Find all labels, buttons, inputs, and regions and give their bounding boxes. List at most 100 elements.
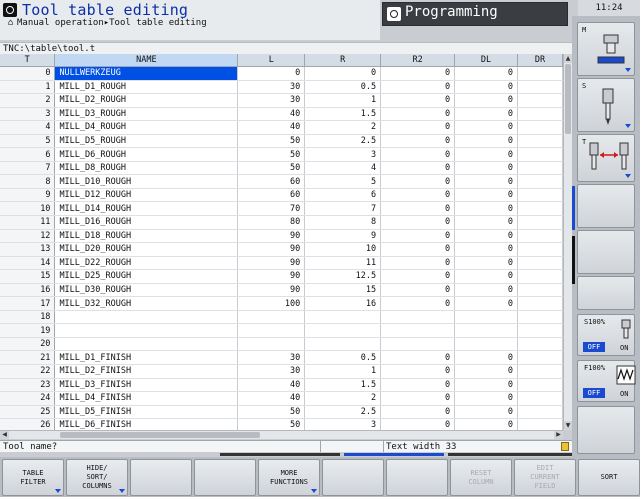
m-function-key[interactable]: M xyxy=(577,22,635,76)
table-cell-t[interactable]: 2 xyxy=(0,93,56,108)
table-cell-r2[interactable]: 0 xyxy=(380,215,456,230)
table-cell-dl[interactable]: 0 xyxy=(454,188,518,203)
table-cell-r2[interactable]: 0 xyxy=(380,256,456,271)
table-cell-dr[interactable] xyxy=(517,364,563,379)
feed-off-button[interactable]: OFF xyxy=(583,388,605,398)
softkey-reset[interactable]: RESET COLUMN xyxy=(450,459,512,496)
table-cell-dl[interactable]: 0 xyxy=(454,378,518,393)
table-cell-name[interactable]: MILL_D2_ROUGH xyxy=(54,93,239,108)
table-cell-t[interactable]: 14 xyxy=(0,256,56,271)
table-row[interactable]: 3 MILL_D3_ROUGH 40 1.5 0 0 xyxy=(0,107,563,122)
table-cell-dl[interactable]: 0 xyxy=(454,229,518,244)
table-row[interactable]: 22 MILL_D2_FINISH 30 1 0 0 xyxy=(0,364,563,379)
table-cell-r2[interactable]: 0 xyxy=(380,93,456,108)
tool-table-grid[interactable]: T NAME L R R2 DL DR 0 NULLWERKZEUG 0 0 0 0 1 MILL_D1_… xyxy=(0,54,563,430)
table-cell-t[interactable]: 19 xyxy=(0,323,56,338)
table-cell-r2[interactable]: 0 xyxy=(380,405,456,420)
table-cell-dr[interactable] xyxy=(517,80,563,95)
table-cell-l[interactable]: 80 xyxy=(237,215,306,230)
table-cell-dr[interactable] xyxy=(517,147,563,162)
table-row[interactable]: 11 MILL_D16_ROUGH 80 8 0 0 xyxy=(0,215,563,230)
table-cell-dr[interactable] xyxy=(517,215,563,230)
table-cell-r[interactable]: 11 xyxy=(304,256,382,271)
softkey-empty-7[interactable] xyxy=(386,459,448,496)
table-cell-r[interactable]: 12.5 xyxy=(304,269,382,284)
table-cell-dr[interactable] xyxy=(517,296,563,311)
table-cell-dl[interactable]: 0 xyxy=(454,93,518,108)
table-cell-dr[interactable] xyxy=(517,283,563,298)
column-header-dr[interactable]: DR xyxy=(517,54,563,67)
table-cell-dl[interactable]: 0 xyxy=(454,296,518,311)
table-row[interactable]: 4 MILL_D4_ROUGH 40 2 0 0 xyxy=(0,120,563,135)
table-cell-l[interactable]: 30 xyxy=(237,364,306,379)
table-cell-dl[interactable]: 0 xyxy=(454,242,518,257)
table-cell-r[interactable]: 0.5 xyxy=(304,80,382,95)
table-cell-r2[interactable]: 0 xyxy=(380,269,456,284)
table-cell-r2[interactable]: 0 xyxy=(380,201,456,216)
s-spindle-key[interactable]: S xyxy=(577,78,635,132)
table-cell-dr[interactable] xyxy=(517,391,563,406)
table-cell-name[interactable]: MILL_D4_FINISH xyxy=(54,391,239,406)
table-cell-r[interactable]: 10 xyxy=(304,242,382,257)
table-row[interactable]: 26 MILL_D6_FINISH 50 3 0 0 xyxy=(0,418,563,430)
table-row[interactable]: 18 xyxy=(0,310,563,325)
table-cell-name[interactable]: MILL_D5_FINISH xyxy=(54,405,239,420)
table-cell-t[interactable]: 3 xyxy=(0,107,56,122)
side-key-5[interactable] xyxy=(577,230,635,274)
table-cell-name[interactable] xyxy=(54,323,239,338)
table-cell-r2[interactable] xyxy=(380,323,456,338)
table-cell-l[interactable] xyxy=(237,310,306,325)
column-header-name[interactable]: NAME xyxy=(54,54,239,67)
table-cell-name[interactable]: MILL_D1_ROUGH xyxy=(54,80,239,95)
table-cell-name[interactable]: MILL_D3_ROUGH xyxy=(54,107,239,122)
table-cell-l[interactable]: 90 xyxy=(237,242,306,257)
table-cell-dl[interactable]: 0 xyxy=(454,120,518,135)
softkey-empty-4[interactable] xyxy=(194,459,256,496)
table-cell-dl[interactable] xyxy=(454,310,518,325)
table-cell-r[interactable]: 0.5 xyxy=(304,350,382,366)
table-row[interactable]: 12 MILL_D18_ROUGH 90 9 0 0 xyxy=(0,229,563,244)
table-cell-dr[interactable] xyxy=(517,269,563,284)
table-cell-name[interactable]: MILL_D14_ROUGH xyxy=(54,201,239,216)
table-cell-r2[interactable]: 0 xyxy=(380,296,456,311)
table-cell-l[interactable] xyxy=(237,323,306,338)
table-cell-t[interactable]: 13 xyxy=(0,242,56,257)
table-cell-name[interactable]: MILL_D12_ROUGH xyxy=(54,188,239,203)
table-cell-r[interactable]: 2 xyxy=(304,120,382,135)
table-cell-dr[interactable] xyxy=(517,242,563,257)
scroll-right-icon[interactable]: ▶ xyxy=(554,431,563,439)
table-cell-l[interactable]: 60 xyxy=(237,174,306,189)
table-cell-l[interactable]: 30 xyxy=(237,93,306,108)
table-cell-name[interactable]: MILL_D3_FINISH xyxy=(54,378,239,393)
table-cell-l[interactable]: 60 xyxy=(237,188,306,203)
table-cell-l[interactable]: 40 xyxy=(237,120,306,135)
table-cell-name[interactable]: MILL_D8_ROUGH xyxy=(54,161,239,176)
table-cell-r[interactable]: 1 xyxy=(304,364,382,379)
table-cell-r[interactable] xyxy=(304,310,382,325)
table-cell-r[interactable]: 3 xyxy=(304,147,382,162)
table-cell-r[interactable]: 1.5 xyxy=(304,378,382,393)
table-cell-r2[interactable]: 0 xyxy=(380,147,456,162)
table-cell-l[interactable]: 30 xyxy=(237,350,306,366)
table-cell-r2[interactable]: 0 xyxy=(380,188,456,203)
table-cell-l[interactable]: 50 xyxy=(237,147,306,162)
table-cell-dr[interactable] xyxy=(517,323,563,338)
table-cell-r2[interactable]: 0 xyxy=(380,134,456,149)
table-cell-r[interactable]: 2 xyxy=(304,391,382,406)
table-cell-r[interactable]: 4 xyxy=(304,161,382,176)
vertical-scrollbar[interactable]: ▲ ▼ xyxy=(563,54,572,430)
table-cell-r2[interactable]: 0 xyxy=(380,242,456,257)
table-row[interactable]: 21 MILL_D1_FINISH 30 0.5 0 0 xyxy=(0,350,563,366)
table-cell-t[interactable]: 6 xyxy=(0,147,56,162)
table-cell-l[interactable]: 90 xyxy=(237,269,306,284)
table-cell-dl[interactable]: 0 xyxy=(454,107,518,122)
table-cell-r[interactable]: 1.5 xyxy=(304,107,382,122)
table-cell-dr[interactable] xyxy=(517,120,563,135)
table-cell-t[interactable]: 7 xyxy=(0,161,56,176)
table-cell-dl[interactable]: 0 xyxy=(454,391,518,406)
table-cell-r2[interactable]: 0 xyxy=(380,378,456,393)
softkey-edit[interactable]: EDIT CURRENT FIELD xyxy=(514,459,576,496)
table-cell-t[interactable]: 18 xyxy=(0,310,56,325)
table-cell-name[interactable]: NULLWERKZEUG xyxy=(54,66,239,81)
softkey-table[interactable]: TABLE FILTER xyxy=(2,459,64,496)
